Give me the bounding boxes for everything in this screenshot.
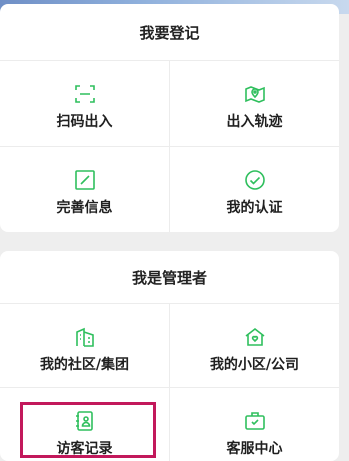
- scan-entry-label: 扫码出入: [56, 114, 113, 130]
- service-bag-icon: [242, 408, 268, 434]
- manager-title: 我是管理者: [0, 251, 339, 304]
- map-pin-icon: [242, 81, 268, 107]
- visitor-record-button[interactable]: 访客记录: [0, 388, 169, 461]
- visitor-record-label: 访客记录: [56, 441, 113, 457]
- register-card: 我要登记 扫码出入 出入轨迹 完善信息 我的认证: [0, 4, 339, 232]
- house-icon: [242, 324, 268, 350]
- scan-entry-button[interactable]: 扫码出入: [0, 61, 169, 147]
- complete-info-label: 完善信息: [56, 200, 113, 216]
- my-complex-label: 我的小区/公司: [209, 357, 300, 373]
- manager-card: 我是管理者 我的社区/集团 我的小区/公司 访客记录 客服中心: [0, 251, 339, 461]
- register-title: 我要登记: [0, 4, 339, 61]
- scan-icon: [72, 81, 98, 107]
- visitor-record-icon: [72, 408, 98, 434]
- my-community-button[interactable]: 我的社区/集团: [0, 304, 169, 390]
- complete-info-button[interactable]: 完善信息: [0, 147, 169, 232]
- track-label: 出入轨迹: [226, 114, 283, 130]
- building-icon: [72, 324, 98, 350]
- my-auth-button[interactable]: 我的认证: [170, 147, 339, 232]
- my-complex-button[interactable]: 我的小区/公司: [170, 304, 339, 390]
- check-circle-icon: [242, 167, 268, 193]
- service-center-label: 客服中心: [226, 441, 283, 457]
- edit-icon: [72, 167, 98, 193]
- service-center-button[interactable]: 客服中心: [170, 388, 339, 461]
- my-auth-label: 我的认证: [226, 200, 283, 216]
- track-button[interactable]: 出入轨迹: [170, 61, 339, 147]
- my-community-label: 我的社区/集团: [39, 357, 130, 373]
